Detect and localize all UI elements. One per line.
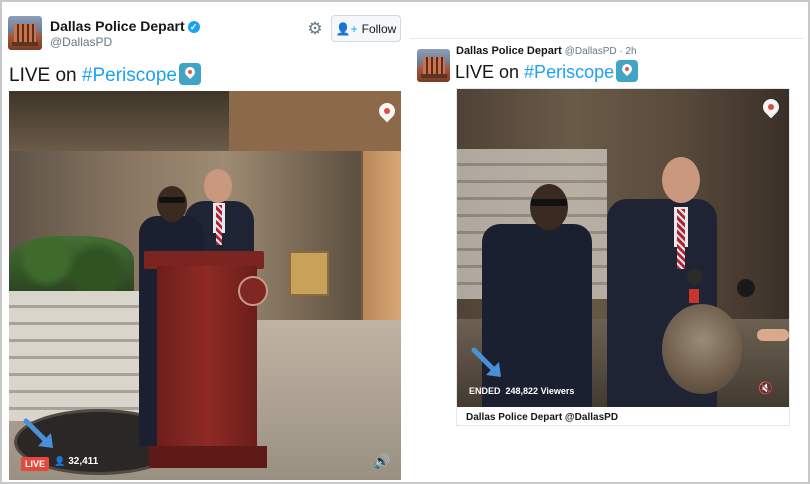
live-badge: LIVE: [21, 457, 50, 471]
volume-icon[interactable]: 🔊: [373, 453, 390, 470]
hashtag-link[interactable]: #Periscope: [82, 65, 177, 86]
reporter-figure: [662, 304, 742, 394]
user-icon: 👤: [54, 456, 66, 466]
periscope-card[interactable]: ENDED 248,822 Viewers 🔇 Dallas Police De…: [456, 88, 790, 426]
ended-tweet: Dallas Police Depart @DallasPD · 2h LIVE …: [410, 38, 804, 484]
account-avatar[interactable]: [8, 16, 42, 50]
follow-button[interactable]: 👤+ Follow: [331, 15, 401, 42]
live-video-player[interactable]: LIVE 👤 32,411 🔊: [9, 91, 401, 480]
periscope-badge-icon: [178, 63, 201, 85]
replay-video-player[interactable]: ENDED 248,822 Viewers 🔇: [457, 89, 789, 407]
tweet-text: LIVE on #Periscope: [455, 60, 639, 83]
plants: [9, 236, 134, 296]
verified-icon: ✓: [187, 21, 200, 33]
account-avatar[interactable]: [417, 49, 450, 82]
add-user-icon: 👤+: [335, 21, 358, 36]
police-seal: [238, 276, 268, 306]
viewer-count: 👤 32,411: [54, 456, 99, 467]
staircase: [9, 291, 149, 421]
wooden-door: [361, 131, 401, 321]
tweet-text: LIVE on #Periscope: [9, 63, 201, 87]
hashtag-link[interactable]: #Periscope: [524, 62, 614, 82]
gear-icon[interactable]: ⚙: [306, 20, 324, 38]
annotation-arrow: [471, 347, 501, 377]
account-name[interactable]: Dallas Police Depart @DallasPD · 2h: [456, 45, 637, 57]
account-name[interactable]: Dallas Police Depart ✓: [50, 18, 200, 34]
periscope-badge-icon: [616, 60, 639, 82]
account-handle[interactable]: @DallasPD: [50, 35, 112, 49]
microphone: [737, 279, 755, 297]
mute-icon[interactable]: 🔇: [758, 381, 773, 395]
annotation-arrow: [23, 418, 53, 448]
live-tweet: Dallas Police Depart ✓ @DallasPD ⚙ 👤+ Fol…: [6, 10, 406, 480]
card-footer[interactable]: Dallas Police Depart @DallasPD: [457, 407, 789, 425]
broadcast-status: ENDED 248,822 Viewers: [469, 386, 575, 396]
